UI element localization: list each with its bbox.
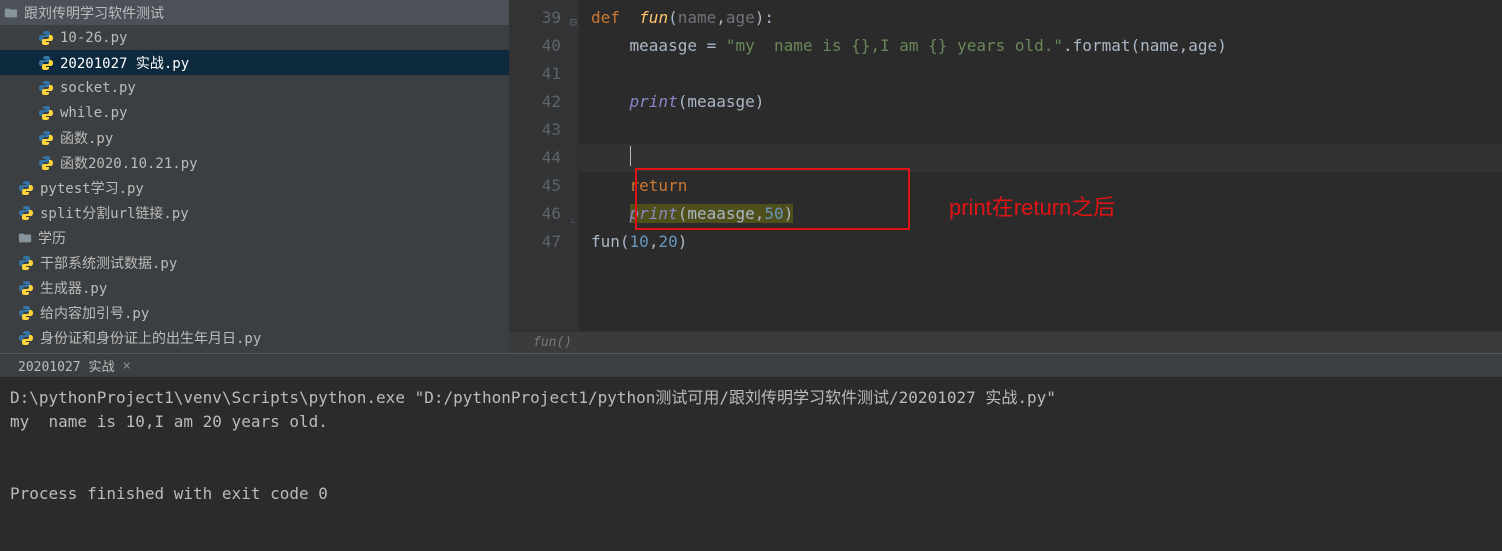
python-file-icon — [38, 105, 54, 121]
line-gutter: 39 40 41 42 43 44 45 46 47 ⊟ ⌞ — [509, 0, 579, 331]
tree-item-label: 学历 — [38, 228, 66, 248]
tree-item[interactable]: while.py — [0, 100, 509, 125]
python-file-icon — [18, 180, 34, 196]
python-file-icon — [38, 155, 54, 171]
tree-item[interactable]: 身份证和身份证上的出生年月日.py — [0, 325, 509, 350]
folder-icon — [18, 231, 32, 245]
tree-item[interactable]: 函数.py — [0, 125, 509, 150]
tree-item-label: 身份证和身份证上的出生年月日.py — [40, 328, 261, 348]
tree-item-label: socket.py — [60, 80, 136, 96]
code-editor[interactable]: 39 40 41 42 43 44 45 46 47 ⊟ ⌞ def fun(n… — [509, 0, 1502, 353]
fold-end-icon: ⌞ — [570, 204, 577, 232]
python-file-icon — [38, 30, 54, 46]
python-file-icon — [38, 130, 54, 146]
tree-item-label: 干部系统测试数据.py — [40, 253, 177, 273]
code-area[interactable]: 39 40 41 42 43 44 45 46 47 ⊟ ⌞ def fun(n… — [509, 0, 1502, 331]
tree-item-label: 生成器.py — [40, 278, 107, 298]
tree-item[interactable]: 学历 — [0, 225, 509, 250]
text-caret — [630, 146, 631, 166]
tree-item-label: 给内容加引号.py — [40, 303, 149, 323]
python-file-icon — [18, 205, 34, 221]
breadcrumb-hint[interactable]: fun() — [509, 331, 1502, 353]
tree-item[interactable]: 10-26.py — [0, 25, 509, 50]
tree-item-label: 函数2020.10.21.py — [60, 153, 198, 173]
tree-item[interactable]: 给内容加引号.py — [0, 300, 509, 325]
top-split: 跟刘传明学习软件测试 10-26.py 20201027 实战.py socket.… — [0, 0, 1502, 353]
tree-root-label: 跟刘传明学习软件测试 — [24, 3, 164, 23]
tree-item-label: while.py — [60, 105, 127, 121]
code-body[interactable]: def fun(name,age): meaasge = "my name is… — [579, 0, 1502, 331]
folder-icon — [4, 6, 18, 20]
ide-window: 跟刘传明学习软件测试 10-26.py 20201027 实战.py socket.… — [0, 0, 1502, 551]
tree-item-label: split分割url链接.py — [40, 203, 189, 223]
console-output[interactable]: D:\pythonProject1\venv\Scripts\python.ex… — [0, 378, 1502, 551]
code-line[interactable] — [579, 116, 1502, 144]
close-icon[interactable]: × — [122, 358, 130, 374]
python-file-icon — [18, 305, 34, 321]
code-line[interactable]: def fun(name,age): — [579, 4, 1502, 32]
python-file-icon — [18, 255, 34, 271]
code-line[interactable]: print(meaasge) — [579, 88, 1502, 116]
tree-item-label: pytest学习.py — [40, 178, 144, 198]
python-file-icon — [18, 330, 34, 346]
code-line-current[interactable] — [579, 144, 1502, 172]
tree-item-label: 函数.py — [60, 128, 113, 148]
code-line[interactable] — [579, 60, 1502, 88]
tree-item[interactable]: pytest学习.py — [0, 175, 509, 200]
run-tabbar[interactable]: 20201027 实战 × — [0, 353, 1502, 378]
code-line[interactable]: meaasge = "my name is {},I am {} years o… — [579, 32, 1502, 60]
tree-item-label: 10-26.py — [60, 30, 127, 46]
python-file-icon — [18, 280, 34, 296]
tree-root[interactable]: 跟刘传明学习软件测试 — [0, 0, 509, 25]
tree-item-label: 20201027 实战.py — [60, 53, 189, 73]
python-file-icon — [38, 80, 54, 96]
tree-item[interactable]: socket.py — [0, 75, 509, 100]
tree-item[interactable]: 干部系统测试数据.py — [0, 250, 509, 275]
tree-item[interactable]: 20201027 实战.py — [0, 50, 509, 75]
tree-item[interactable]: 函数2020.10.21.py — [0, 150, 509, 175]
python-file-icon — [38, 55, 54, 71]
tree-item[interactable]: split分割url链接.py — [0, 200, 509, 225]
annotation-text: print在return之后 — [949, 194, 1115, 222]
run-panel: 20201027 实战 × D:\pythonProject1\venv\Scr… — [0, 353, 1502, 551]
code-line[interactable]: fun(10,20) — [579, 228, 1502, 256]
project-tree[interactable]: 跟刘传明学习软件测试 10-26.py 20201027 实战.py socket.… — [0, 0, 509, 353]
run-tab-label: 20201027 实战 — [18, 356, 114, 375]
tree-item[interactable]: 生成器.py — [0, 275, 509, 300]
run-tab[interactable]: 20201027 实战 × — [8, 353, 141, 378]
fold-icon[interactable]: ⊟ — [570, 8, 577, 36]
